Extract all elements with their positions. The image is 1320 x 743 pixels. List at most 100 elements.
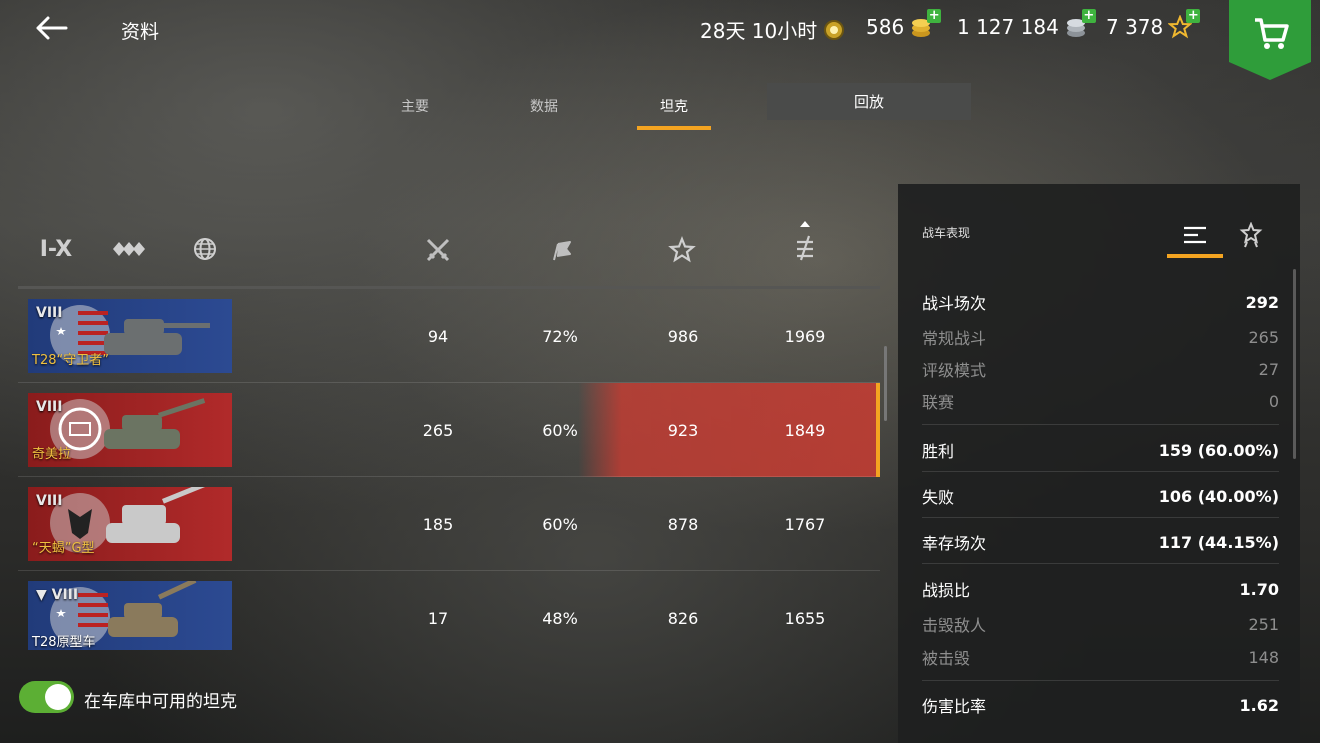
stat-value: 117 (44.15%)	[1158, 532, 1279, 552]
vehicle-performance-panel: 战车表现 战斗场次 292 常规战斗 265 评级模式 27 联赛 0 胜利 1…	[898, 184, 1300, 743]
tank-row[interactable]: ▼ VIII T28原型车 17 48% 826 1655	[18, 571, 880, 650]
stat-regular-battles: 常规战斗 265	[922, 325, 1279, 349]
panel-scrollbar[interactable]	[1293, 269, 1296, 459]
stat-label: 失败	[922, 488, 955, 507]
back-button[interactable]	[34, 14, 70, 42]
nation-filter[interactable]	[190, 232, 220, 266]
credits-balance[interactable]: 1 127 184 +	[957, 9, 1096, 39]
tank-thumbnail: ▼ VIII T28原型车	[28, 581, 232, 650]
tank-thumbnail: VIII “天蝎”G型	[28, 487, 232, 561]
page-title: 资料	[121, 21, 160, 43]
crossed-swords-icon	[426, 238, 450, 262]
tank-type-filter[interactable]	[110, 232, 150, 266]
gold-balance[interactable]: 586 +	[866, 9, 942, 39]
sort-winrate-header[interactable]	[540, 232, 580, 268]
tank-tier: VIII	[36, 305, 63, 321]
stat-rating-battles: 评级模式 27	[922, 357, 1279, 381]
tier-filter[interactable]: I-X	[38, 232, 74, 266]
stat-league: 联赛 0	[922, 389, 1279, 413]
win-rate: 60%	[542, 420, 578, 440]
stat-value: 159 (60.00%)	[1158, 440, 1279, 460]
victory-flag-icon	[553, 241, 571, 261]
free-xp-balance[interactable]: 7 378 +	[1106, 9, 1201, 39]
sort-battles-header[interactable]	[418, 232, 458, 268]
divider	[922, 680, 1279, 681]
stat-value: 106 (40.00%)	[1158, 486, 1279, 506]
divider	[922, 563, 1279, 564]
stat-label: 伤害比率	[922, 697, 987, 716]
sort-avg-damage-header[interactable]	[785, 218, 825, 266]
stat-value: 27	[1258, 359, 1279, 379]
win-rate: 60%	[542, 514, 578, 534]
sort-avg-xp-header[interactable]	[662, 232, 702, 268]
divider	[922, 517, 1279, 518]
win-rate: 72%	[542, 326, 578, 346]
stat-kill-death-ratio: 战损比 1.70	[922, 577, 1279, 601]
stat-defeats: 失败 106 (40.00%)	[922, 484, 1279, 508]
stat-value: 1.62	[1239, 695, 1279, 715]
premium-time-value: 28天 10小时	[700, 19, 818, 43]
panel-title: 战车表现	[922, 226, 971, 240]
stat-value: 148	[1248, 647, 1279, 667]
avg-damage: 1767	[784, 514, 826, 534]
tank-row[interactable]: VIII T28“守卫者” 94 72% 986 1969	[18, 289, 880, 383]
panel-tab-list[interactable]	[1167, 212, 1223, 258]
tank-name: “天蝎”G型	[32, 541, 95, 556]
stat-label: 战斗场次	[922, 294, 987, 313]
panel-tab-achievements[interactable]	[1223, 212, 1279, 258]
tank-row[interactable]: VIII “天蝎”G型 185 60% 878 1767	[18, 477, 880, 571]
stat-label: 胜利	[922, 442, 955, 461]
exchange-credits-plus-icon[interactable]: +	[1081, 9, 1096, 23]
battles-count: 17	[427, 608, 449, 628]
top-bar: 资料 28天 10小时 586 + 1 127 184 + 7 378 +	[0, 0, 1320, 80]
stat-label: 常规战斗	[922, 329, 987, 348]
tab-main[interactable]: 主要	[380, 83, 450, 129]
selection-indicator	[876, 383, 880, 477]
stat-label: 幸存场次	[922, 534, 987, 553]
stat-value: 265	[1248, 327, 1279, 347]
stat-battles: 战斗场次 292	[922, 290, 1279, 314]
tank-tier-value: VIII	[51, 587, 79, 603]
avg-damage: 1655	[784, 608, 826, 628]
divider	[922, 471, 1279, 472]
tank-name: 奇美拉	[32, 447, 72, 462]
tank-thumbnail: VIII 奇美拉	[28, 393, 232, 467]
divider	[922, 424, 1279, 425]
stat-value: 0	[1268, 391, 1279, 411]
free-xp-star-icon: +	[1167, 9, 1201, 39]
credits-value: 1 127 184	[957, 15, 1059, 39]
avg-xp: 826	[667, 608, 699, 628]
stat-times-destroyed: 被击毁 148	[922, 645, 1279, 669]
tank-row-selected[interactable]: VIII 奇美拉 265 60% 923 1849	[18, 383, 880, 477]
arrow-left-icon	[36, 16, 68, 40]
garage-only-toggle[interactable]	[19, 681, 74, 713]
stat-survived: 幸存场次 117 (44.15%)	[922, 530, 1279, 554]
stat-value: 1.70	[1239, 579, 1279, 599]
battles-count: 185	[422, 514, 454, 534]
avg-xp: 986	[667, 326, 699, 346]
stat-enemies-destroyed: 击毁敌人 251	[922, 612, 1279, 636]
premium-time[interactable]: 28天 10小时	[700, 15, 846, 44]
premium-icon	[822, 18, 846, 42]
tank-name: T28原型车	[32, 635, 96, 650]
garage-only-label: 在车库中可用的坦克	[84, 692, 237, 712]
convert-xp-plus-icon[interactable]: +	[1186, 9, 1201, 23]
buy-gold-plus-icon[interactable]: +	[927, 9, 942, 23]
tank-list: VIII T28“守卫者” 94 72% 986 1969 VIII 奇美拉 2…	[18, 286, 880, 650]
stat-label: 战损比	[922, 581, 971, 600]
avg-xp: 923	[667, 420, 699, 440]
tab-stats[interactable]: 数据	[508, 83, 580, 129]
tank-name: T28“守卫者”	[32, 353, 109, 368]
tab-replays[interactable]: 回放	[767, 83, 971, 120]
avg-damage: 1969	[784, 326, 826, 346]
stat-label: 联赛	[922, 393, 955, 412]
damage-sort-icon	[797, 221, 813, 261]
shop-button[interactable]	[1229, 0, 1311, 80]
stat-label: 评级模式	[922, 361, 987, 380]
tank-types-icon	[113, 242, 145, 256]
star-outline-icon	[668, 236, 696, 263]
tank-list-scrollbar[interactable]	[884, 346, 887, 421]
toggle-knob	[45, 684, 71, 710]
tab-tanks[interactable]: 坦克	[637, 83, 711, 130]
profile-tabs: 主要 数据 坦克 回放	[0, 83, 1320, 133]
